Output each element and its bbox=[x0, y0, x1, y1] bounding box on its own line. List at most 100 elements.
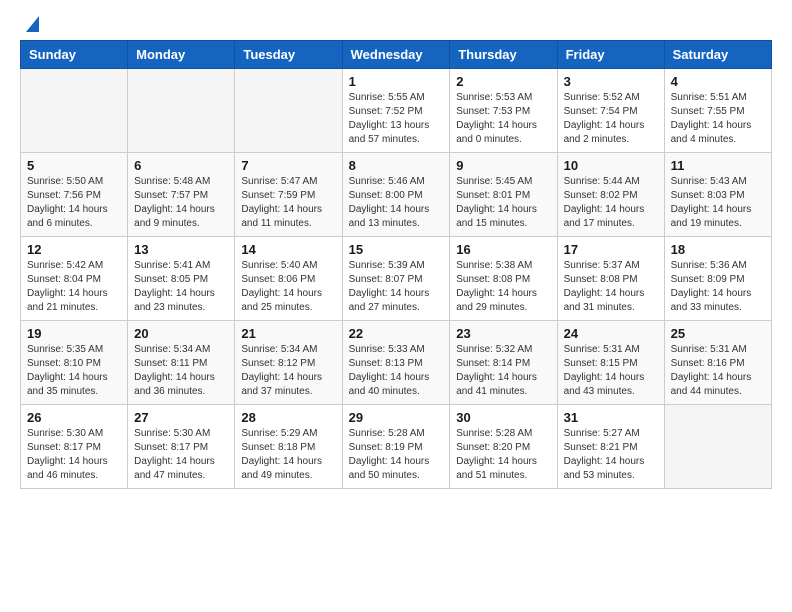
calendar-cell: 10 Sunrise: 5:44 AM Sunset: 8:02 PM Dayli… bbox=[557, 153, 664, 237]
day-info: Sunrise: 5:31 AM Sunset: 8:16 PM Dayligh… bbox=[671, 343, 765, 399]
day-info: Sunrise: 5:52 AM Sunset: 7:54 PM Dayligh… bbox=[564, 91, 658, 147]
day-info: Sunrise: 5:28 AM Sunset: 8:20 PM Dayligh… bbox=[456, 427, 550, 483]
header-sunday: Sunday bbox=[21, 41, 128, 69]
day-info: Sunrise: 5:38 AM Sunset: 8:08 PM Dayligh… bbox=[456, 259, 550, 315]
day-number: 30 bbox=[456, 410, 550, 425]
calendar-cell: 30 Sunrise: 5:28 AM Sunset: 8:20 PM Dayli… bbox=[450, 405, 557, 489]
day-number: 17 bbox=[564, 242, 658, 257]
day-info: Sunrise: 5:43 AM Sunset: 8:03 PM Dayligh… bbox=[671, 175, 765, 231]
calendar-cell: 4 Sunrise: 5:51 AM Sunset: 7:55 PM Daylig… bbox=[664, 69, 771, 153]
day-number: 20 bbox=[134, 326, 228, 341]
day-number: 31 bbox=[564, 410, 658, 425]
calendar-cell: 11 Sunrise: 5:43 AM Sunset: 8:03 PM Dayli… bbox=[664, 153, 771, 237]
calendar-cell: 19Sunrise: 5:35 AM Sunset: 8:10 PM Dayli… bbox=[21, 321, 128, 405]
calendar-cell: 9 Sunrise: 5:45 AM Sunset: 8:01 PM Daylig… bbox=[450, 153, 557, 237]
calendar: SundayMondayTuesdayWednesdayThursdayFrid… bbox=[20, 40, 772, 489]
header-monday: Monday bbox=[128, 41, 235, 69]
day-number: 7 bbox=[241, 158, 335, 173]
day-info: Sunrise: 5:37 AM Sunset: 8:08 PM Dayligh… bbox=[564, 259, 658, 315]
calendar-cell: 18Sunrise: 5:36 AM Sunset: 8:09 PM Dayli… bbox=[664, 237, 771, 321]
day-number: 28 bbox=[241, 410, 335, 425]
day-number: 8 bbox=[349, 158, 444, 173]
header-tuesday: Tuesday bbox=[235, 41, 342, 69]
day-info: Sunrise: 5:53 AM Sunset: 7:53 PM Dayligh… bbox=[456, 91, 550, 147]
calendar-cell: 23 Sunrise: 5:32 AM Sunset: 8:14 PM Dayli… bbox=[450, 321, 557, 405]
day-number: 23 bbox=[456, 326, 550, 341]
calendar-cell: 29 Sunrise: 5:28 AM Sunset: 8:19 PM Dayli… bbox=[342, 405, 450, 489]
day-number: 15 bbox=[349, 242, 444, 257]
calendar-cell: 27 Sunrise: 5:30 AM Sunset: 8:17 PM Dayli… bbox=[128, 405, 235, 489]
day-number: 1 bbox=[349, 74, 444, 89]
day-info: Sunrise: 5:42 AM Sunset: 8:04 PM Dayligh… bbox=[27, 259, 121, 315]
calendar-cell: 17 Sunrise: 5:37 AM Sunset: 8:08 PM Dayli… bbox=[557, 237, 664, 321]
calendar-cell: 7 Sunrise: 5:47 AM Sunset: 7:59 PM Daylig… bbox=[235, 153, 342, 237]
calendar-cell: 20Sunrise: 5:34 AM Sunset: 8:11 PM Dayli… bbox=[128, 321, 235, 405]
day-number: 21 bbox=[241, 326, 335, 341]
header-saturday: Saturday bbox=[664, 41, 771, 69]
calendar-cell: 14Sunrise: 5:40 AM Sunset: 8:06 PM Dayli… bbox=[235, 237, 342, 321]
calendar-week-4: 19Sunrise: 5:35 AM Sunset: 8:10 PM Dayli… bbox=[21, 321, 772, 405]
calendar-cell: 25Sunrise: 5:31 AM Sunset: 8:16 PM Dayli… bbox=[664, 321, 771, 405]
day-number: 29 bbox=[349, 410, 444, 425]
calendar-cell: 2Sunrise: 5:53 AM Sunset: 7:53 PM Daylig… bbox=[450, 69, 557, 153]
day-info: Sunrise: 5:34 AM Sunset: 8:12 PM Dayligh… bbox=[241, 343, 335, 399]
calendar-cell: 1Sunrise: 5:55 AM Sunset: 7:52 PM Daylig… bbox=[342, 69, 450, 153]
day-info: Sunrise: 5:47 AM Sunset: 7:59 PM Dayligh… bbox=[241, 175, 335, 231]
day-info: Sunrise: 5:46 AM Sunset: 8:00 PM Dayligh… bbox=[349, 175, 444, 231]
calendar-cell: 12 Sunrise: 5:42 AM Sunset: 8:04 PM Dayli… bbox=[21, 237, 128, 321]
day-number: 12 bbox=[27, 242, 121, 257]
day-info: Sunrise: 5:29 AM Sunset: 8:18 PM Dayligh… bbox=[241, 427, 335, 483]
day-number: 13 bbox=[134, 242, 228, 257]
calendar-cell: 6 Sunrise: 5:48 AM Sunset: 7:57 PM Daylig… bbox=[128, 153, 235, 237]
day-info: Sunrise: 5:30 AM Sunset: 8:17 PM Dayligh… bbox=[134, 427, 228, 483]
calendar-week-3: 12 Sunrise: 5:42 AM Sunset: 8:04 PM Dayli… bbox=[21, 237, 772, 321]
calendar-cell bbox=[664, 405, 771, 489]
calendar-cell: 16 Sunrise: 5:38 AM Sunset: 8:08 PM Dayli… bbox=[450, 237, 557, 321]
calendar-cell: 3Sunrise: 5:52 AM Sunset: 7:54 PM Daylig… bbox=[557, 69, 664, 153]
day-info: Sunrise: 5:30 AM Sunset: 8:17 PM Dayligh… bbox=[27, 427, 121, 483]
day-info: Sunrise: 5:27 AM Sunset: 8:21 PM Dayligh… bbox=[564, 427, 658, 483]
day-info: Sunrise: 5:44 AM Sunset: 8:02 PM Dayligh… bbox=[564, 175, 658, 231]
day-number: 22 bbox=[349, 326, 444, 341]
day-number: 27 bbox=[134, 410, 228, 425]
calendar-cell: 31 Sunrise: 5:27 AM Sunset: 8:21 PM Dayli… bbox=[557, 405, 664, 489]
day-number: 19 bbox=[27, 326, 121, 341]
calendar-cell bbox=[21, 69, 128, 153]
day-number: 10 bbox=[564, 158, 658, 173]
calendar-cell: 21 Sunrise: 5:34 AM Sunset: 8:12 PM Dayli… bbox=[235, 321, 342, 405]
logo bbox=[20, 16, 39, 32]
day-number: 16 bbox=[456, 242, 550, 257]
calendar-cell: 26 Sunrise: 5:30 AM Sunset: 8:17 PM Dayli… bbox=[21, 405, 128, 489]
day-info: Sunrise: 5:36 AM Sunset: 8:09 PM Dayligh… bbox=[671, 259, 765, 315]
calendar-cell: 24 Sunrise: 5:31 AM Sunset: 8:15 PM Dayli… bbox=[557, 321, 664, 405]
day-info: Sunrise: 5:48 AM Sunset: 7:57 PM Dayligh… bbox=[134, 175, 228, 231]
header-thursday: Thursday bbox=[450, 41, 557, 69]
calendar-cell bbox=[235, 69, 342, 153]
calendar-week-5: 26 Sunrise: 5:30 AM Sunset: 8:17 PM Dayli… bbox=[21, 405, 772, 489]
calendar-cell: 22Sunrise: 5:33 AM Sunset: 8:13 PM Dayli… bbox=[342, 321, 450, 405]
day-info: Sunrise: 5:51 AM Sunset: 7:55 PM Dayligh… bbox=[671, 91, 765, 147]
calendar-week-1: 1Sunrise: 5:55 AM Sunset: 7:52 PM Daylig… bbox=[21, 69, 772, 153]
day-number: 6 bbox=[134, 158, 228, 173]
calendar-cell: 15 Sunrise: 5:39 AM Sunset: 8:07 PM Dayli… bbox=[342, 237, 450, 321]
calendar-cell bbox=[128, 69, 235, 153]
day-info: Sunrise: 5:45 AM Sunset: 8:01 PM Dayligh… bbox=[456, 175, 550, 231]
day-info: Sunrise: 5:28 AM Sunset: 8:19 PM Dayligh… bbox=[349, 427, 444, 483]
day-number: 9 bbox=[456, 158, 550, 173]
day-info: Sunrise: 5:50 AM Sunset: 7:56 PM Dayligh… bbox=[27, 175, 121, 231]
day-info: Sunrise: 5:31 AM Sunset: 8:15 PM Dayligh… bbox=[564, 343, 658, 399]
day-info: Sunrise: 5:39 AM Sunset: 8:07 PM Dayligh… bbox=[349, 259, 444, 315]
day-number: 26 bbox=[27, 410, 121, 425]
calendar-cell: 8 Sunrise: 5:46 AM Sunset: 8:00 PM Daylig… bbox=[342, 153, 450, 237]
calendar-week-2: 5Sunrise: 5:50 AM Sunset: 7:56 PM Daylig… bbox=[21, 153, 772, 237]
calendar-cell: 13Sunrise: 5:41 AM Sunset: 8:05 PM Dayli… bbox=[128, 237, 235, 321]
day-info: Sunrise: 5:32 AM Sunset: 8:14 PM Dayligh… bbox=[456, 343, 550, 399]
day-number: 11 bbox=[671, 158, 765, 173]
header-friday: Friday bbox=[557, 41, 664, 69]
day-info: Sunrise: 5:40 AM Sunset: 8:06 PM Dayligh… bbox=[241, 259, 335, 315]
day-number: 24 bbox=[564, 326, 658, 341]
calendar-cell: 5Sunrise: 5:50 AM Sunset: 7:56 PM Daylig… bbox=[21, 153, 128, 237]
calendar-header-row: SundayMondayTuesdayWednesdayThursdayFrid… bbox=[21, 41, 772, 69]
day-number: 4 bbox=[671, 74, 765, 89]
calendar-cell: 28 Sunrise: 5:29 AM Sunset: 8:18 PM Dayli… bbox=[235, 405, 342, 489]
